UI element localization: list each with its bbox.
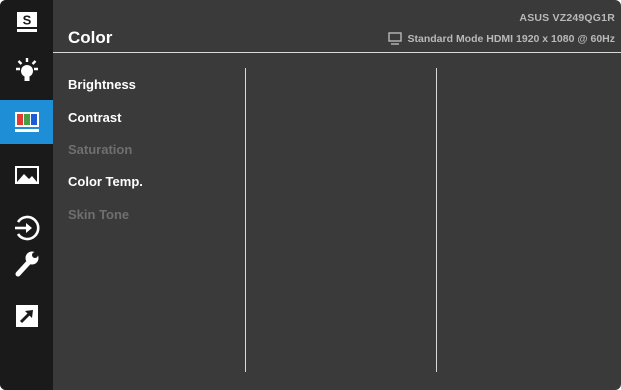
column-divider <box>436 68 437 372</box>
status-text: Standard Mode HDMI 1920 x 1080 @ 60Hz <box>407 32 615 45</box>
input-select-icon <box>12 214 42 242</box>
svg-text:S: S <box>22 13 31 28</box>
osd-menu: S Color ASUS VZ249QG1R Standard Mode HDM… <box>0 0 621 390</box>
monitor-icon <box>387 32 402 45</box>
shortcut-arrow-icon <box>13 302 41 330</box>
main-panel: Color ASUS VZ249QG1R Standard Mode HDMI … <box>53 0 621 390</box>
sidebar-item-blue-light-filter[interactable] <box>0 48 53 92</box>
sidebar-item-splendid[interactable]: S <box>0 0 53 44</box>
sidebar: S <box>0 0 53 390</box>
menu-item-saturation: Saturation <box>68 142 133 157</box>
image-icon <box>13 163 41 187</box>
sidebar-item-color[interactable] <box>0 100 53 144</box>
sidebar-item-system-setup[interactable] <box>0 242 53 286</box>
status-bar: Standard Mode HDMI 1920 x 1080 @ 60Hz <box>387 32 615 45</box>
blue-light-filter-icon <box>13 56 41 84</box>
menu-item-skin-tone: Skin Tone <box>68 207 130 222</box>
splendid-s-icon: S <box>14 9 40 35</box>
page-title: Color <box>68 28 113 47</box>
menu-item-brightness[interactable]: Brightness <box>68 77 136 92</box>
color-bars-icon <box>13 110 41 134</box>
model-name: ASUS VZ249QG1R <box>519 12 615 24</box>
sidebar-item-image[interactable] <box>0 153 53 197</box>
menu-item-contrast[interactable]: Contrast <box>68 110 121 125</box>
menu-item-color-temp[interactable]: Color Temp. <box>68 174 143 189</box>
column-divider <box>245 68 246 372</box>
header-divider <box>53 52 621 53</box>
sidebar-item-shortcut[interactable] <box>0 294 53 338</box>
wrench-icon <box>13 249 41 279</box>
